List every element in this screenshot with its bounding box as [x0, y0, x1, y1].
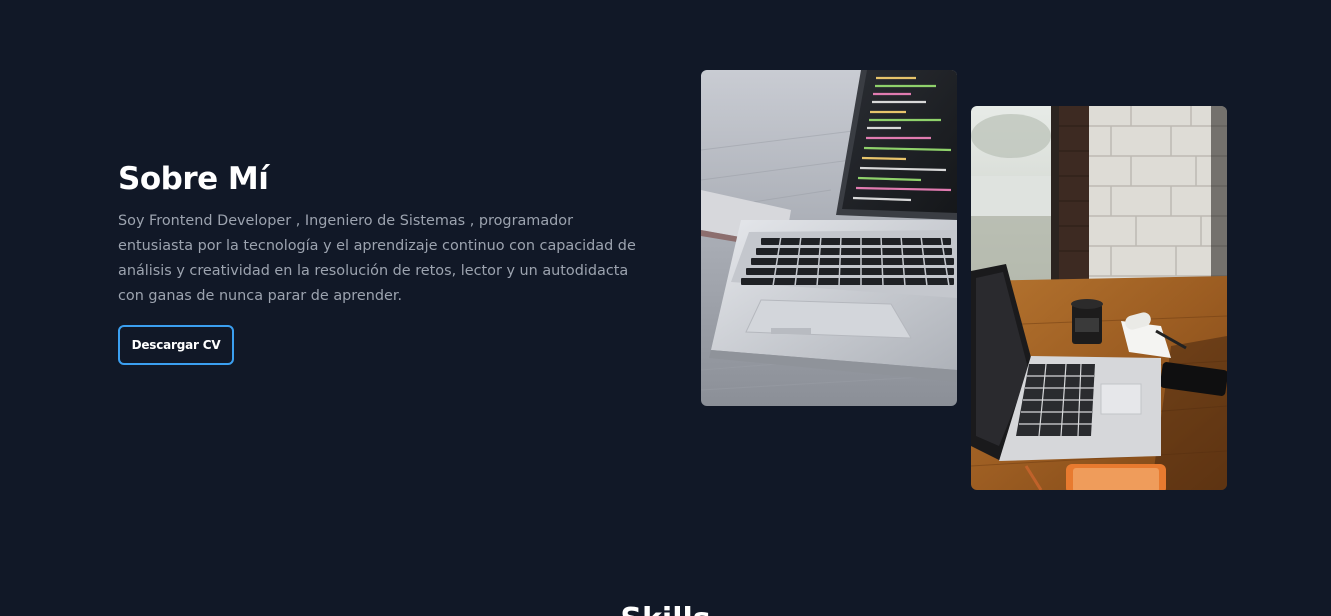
- download-cv-button[interactable]: Descargar CV: [118, 325, 234, 365]
- about-title: Sobre Mí: [118, 161, 269, 197]
- laptop-code-photo: [701, 70, 957, 406]
- desk-laptop-coffee-photo: [971, 106, 1227, 490]
- about-text-block: Sobre Mí Soy Frontend Developer , Ingeni…: [118, 158, 638, 309]
- skills-section-title: Skills: [0, 600, 1331, 616]
- about-description: Soy Frontend Developer , Ingeniero de Si…: [118, 213, 636, 304]
